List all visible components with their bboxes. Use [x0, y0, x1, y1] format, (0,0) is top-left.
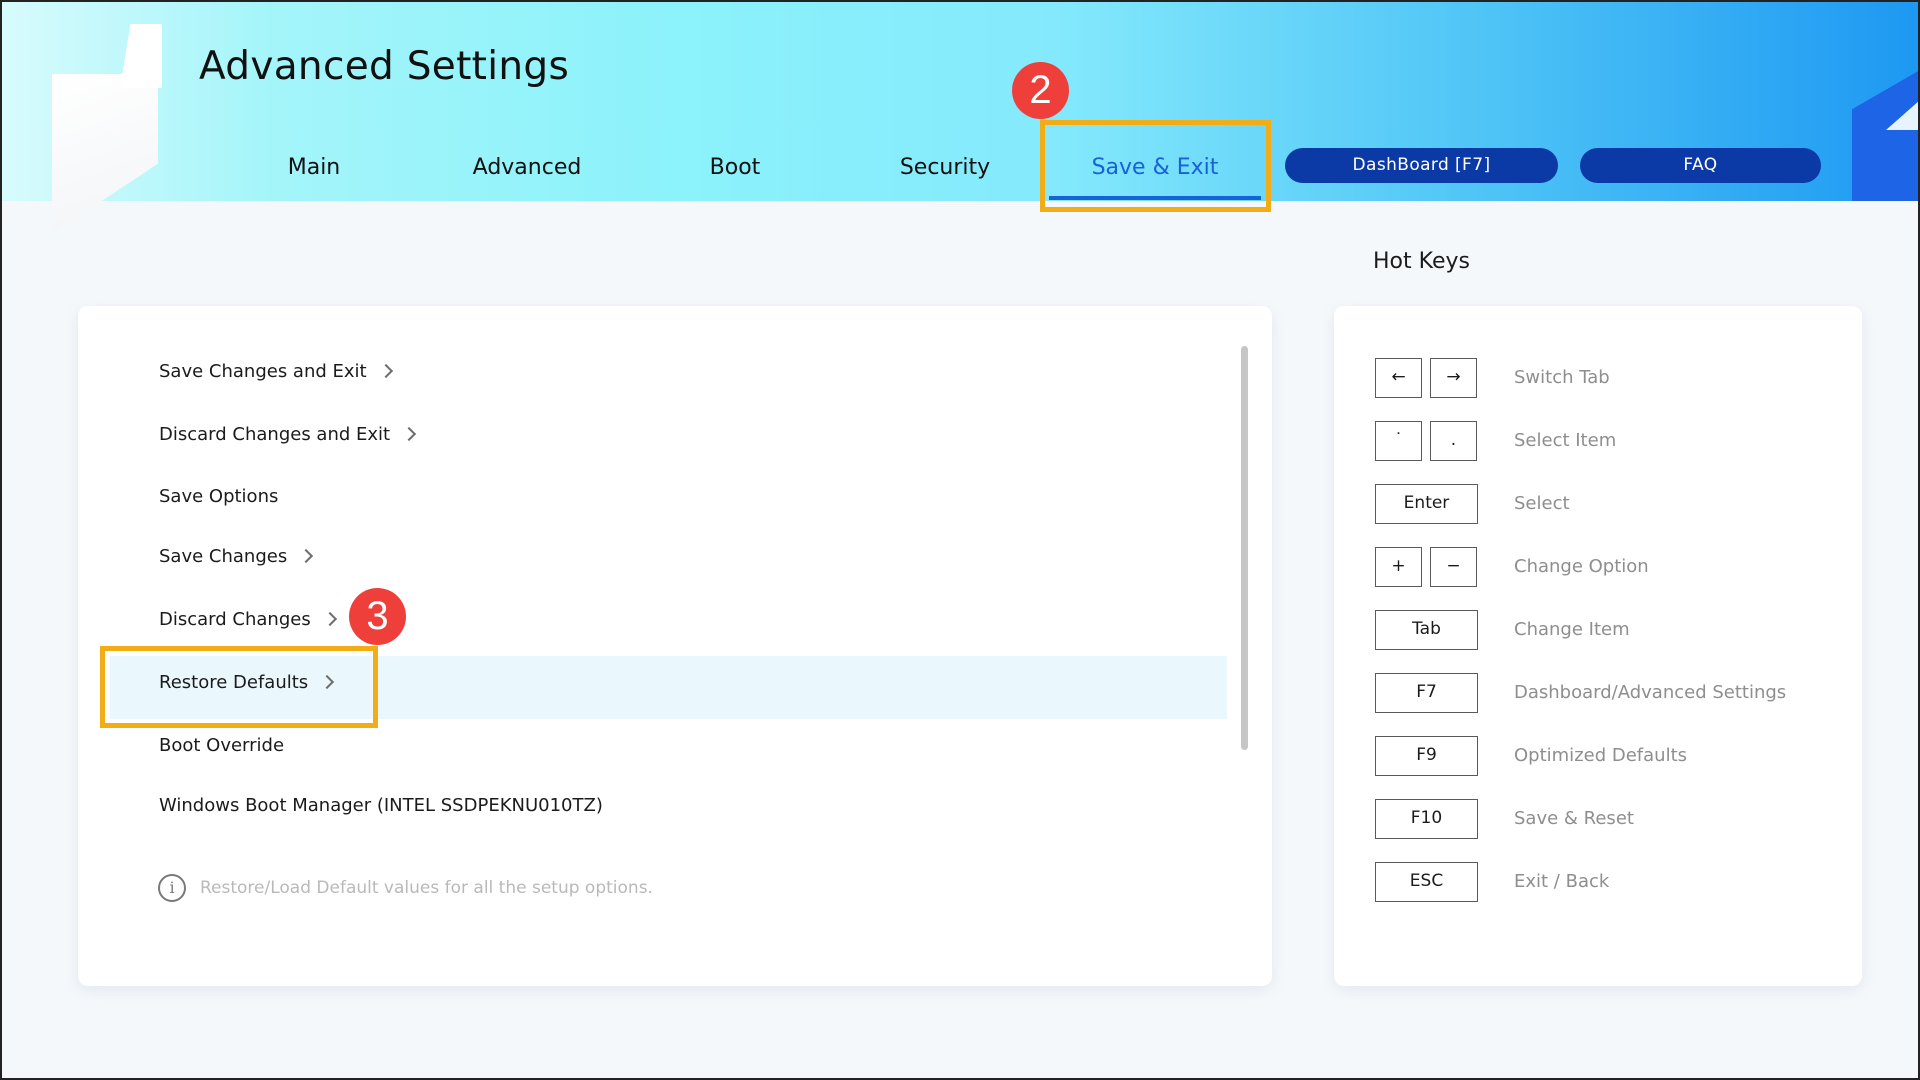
decorative-page-shape — [52, 74, 158, 234]
key-right-arrow: → — [1430, 358, 1477, 398]
tab-boot[interactable]: Boot — [685, 150, 785, 186]
hotkey-desc-switch-tab: Switch Tab — [1514, 367, 1610, 388]
tab-security[interactable]: Security — [885, 150, 1005, 186]
menu-item-discard-changes-and-exit[interactable]: Discard Changes and Exit — [159, 420, 417, 450]
menu-item-label: Discard Changes — [159, 609, 311, 630]
chevron-right-icon — [378, 363, 393, 379]
scrollbar[interactable] — [1241, 346, 1248, 750]
menu-item-label: Save Changes — [159, 546, 288, 567]
highlight-box-save-exit — [1040, 120, 1271, 212]
hotkey-desc-dashboard: Dashboard/Advanced Settings — [1514, 682, 1787, 703]
hotkey-desc-change-item: Change Item — [1514, 619, 1630, 640]
key-f7: F7 — [1375, 673, 1478, 713]
chevron-right-icon — [322, 611, 337, 627]
key-f9: F9 — [1375, 736, 1478, 776]
menu-item-windows-boot-manager[interactable]: Windows Boot Manager (INTEL SSDPEKNU010T… — [159, 791, 603, 821]
menu-item-label: Windows Boot Manager (INTEL SSDPEKNU010T… — [159, 795, 603, 816]
help-text: Restore/Load Default values for all the … — [200, 878, 653, 898]
dashboard-button[interactable]: DashBoard [F7] — [1285, 148, 1558, 183]
info-icon: i — [158, 874, 186, 902]
menu-item-save-changes-and-exit[interactable]: Save Changes and Exit — [159, 357, 393, 387]
tab-main[interactable]: Main — [264, 150, 364, 186]
key-enter: Enter — [1375, 484, 1478, 524]
faq-button[interactable]: FAQ — [1580, 148, 1821, 183]
hotkey-desc-select-item: Select Item — [1514, 430, 1617, 451]
key-tab: Tab — [1375, 610, 1478, 650]
step-badge-3: 3 — [349, 588, 406, 645]
chevron-right-icon — [402, 426, 417, 442]
step-badge-2: 2 — [1012, 62, 1069, 119]
section-label: Save Options — [159, 486, 279, 507]
key-left-arrow: ← — [1375, 358, 1422, 398]
menu-item-label: Save Changes and Exit — [159, 361, 367, 382]
key-up: ˙ — [1375, 421, 1422, 461]
menu-section-save-options: Save Options — [159, 482, 278, 512]
menu-item-label: Discard Changes and Exit — [159, 424, 391, 445]
key-plus: + — [1375, 547, 1422, 587]
menu-section-boot-override: Boot Override — [159, 731, 284, 761]
key-esc: ESC — [1375, 862, 1478, 902]
chevron-right-icon — [299, 548, 314, 564]
section-label: Boot Override — [159, 735, 285, 756]
menu-item-discard-changes[interactable]: Discard Changes — [159, 605, 337, 635]
menu-item-save-changes[interactable]: Save Changes — [159, 542, 314, 572]
key-f10: F10 — [1375, 799, 1478, 839]
hotkey-desc-optimized-defaults: Optimized Defaults — [1514, 745, 1688, 766]
tab-advanced[interactable]: Advanced — [462, 150, 592, 186]
hotkey-desc-select: Select — [1514, 493, 1570, 514]
key-down: . — [1430, 421, 1477, 461]
hotkeys-title: Hot Keys — [1373, 249, 1470, 274]
page-title: Advanced Settings — [199, 44, 570, 89]
highlight-box-restore-defaults — [100, 646, 378, 728]
hotkey-desc-change-option: Change Option — [1514, 556, 1649, 577]
hotkey-desc-save-reset: Save & Reset — [1514, 808, 1634, 829]
hotkey-desc-exit-back: Exit / Back — [1514, 871, 1610, 892]
key-minus: − — [1430, 547, 1477, 587]
